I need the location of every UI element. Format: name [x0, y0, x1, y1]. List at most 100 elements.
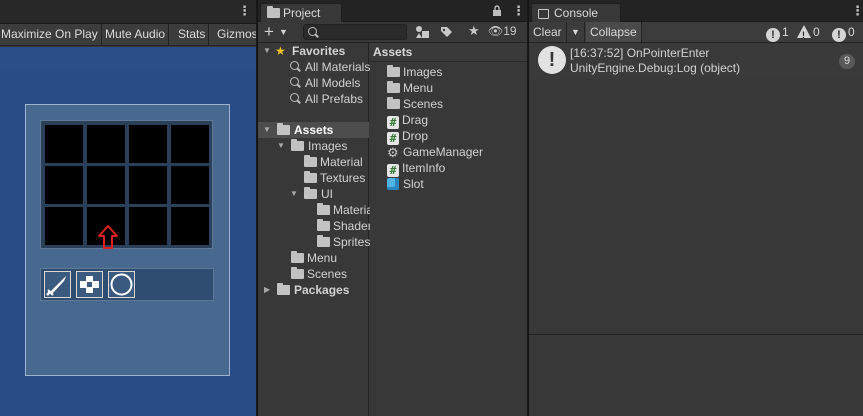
folder-open-icon: [277, 123, 290, 135]
asset-label: Scenes: [403, 97, 444, 111]
asset-item[interactable]: ⚙ GameManager: [387, 144, 483, 160]
inventory-slot[interactable]: [45, 207, 83, 245]
console-menu-icon[interactable]: ⋮: [851, 3, 863, 19]
warning-count: 0: [813, 25, 820, 39]
tab-console[interactable]: Console: [531, 3, 621, 22]
error-count-toggle[interactable]: ! 0: [832, 24, 855, 42]
tree-folder-material[interactable]: Material: [304, 154, 363, 170]
asset-item[interactable]: Menu: [387, 80, 433, 96]
folder-icon: [277, 283, 290, 295]
inventory-slot[interactable]: [129, 207, 167, 245]
game-menu-icon[interactable]: ⋮: [238, 4, 251, 17]
filter-by-label-icon[interactable]: [440, 26, 453, 38]
asset-item[interactable]: Slot: [387, 176, 424, 192]
gear-icon: ⚙: [387, 145, 399, 160]
gizmos-toggle[interactable]: Gizmos: [214, 24, 256, 45]
tree-item-label: All Models: [305, 76, 361, 90]
folder-icon: [317, 219, 330, 231]
hidden-packages-count: 19: [503, 24, 517, 38]
assets-breadcrumb[interactable]: Assets: [370, 43, 527, 62]
folder-icon: [304, 155, 317, 167]
tree-favorite-item[interactable]: All Prefabs: [290, 91, 363, 107]
asset-item[interactable]: # ItemInfo: [387, 160, 446, 177]
stacktrace-divider[interactable]: [529, 334, 863, 335]
tree-folder-shaders[interactable]: Shaders: [317, 218, 378, 234]
game-viewport-top-band: [0, 47, 256, 69]
lock-icon[interactable]: [492, 5, 502, 17]
search-input[interactable]: [303, 24, 407, 40]
console-icon: [538, 9, 549, 19]
folder-icon: [291, 267, 304, 279]
tree-item-label: All Prefabs: [305, 92, 364, 106]
tree-item-label: Scenes: [307, 267, 348, 281]
tab-project[interactable]: Project: [260, 3, 342, 22]
folder-icon: [291, 139, 304, 151]
armor-icon: [77, 272, 102, 297]
tab-console-label: Console: [554, 6, 599, 20]
search-icon: [290, 93, 301, 104]
folder-icon: [387, 65, 400, 77]
inventory-slot[interactable]: [87, 166, 125, 204]
asset-item[interactable]: # Drop: [387, 128, 428, 145]
tree-folder-scenes[interactable]: Scenes: [291, 266, 347, 282]
log-entry[interactable]: ! [16:37:52] OnPointerEnter UnityEngine.…: [529, 43, 863, 79]
prefab-cube-icon: [387, 178, 399, 190]
collapse-toggle[interactable]: Collapse: [586, 22, 642, 42]
equipment-slot[interactable]: [108, 271, 135, 298]
project-menu-icon[interactable]: ⋮: [512, 3, 525, 19]
mute-audio-toggle[interactable]: Mute Audio: [102, 24, 170, 45]
inventory-slot[interactable]: [45, 166, 83, 204]
console-toolbar: Clear ▼ Collapse ! 1 ! 0 ! 0: [529, 22, 863, 43]
asset-item[interactable]: Images: [387, 64, 442, 80]
star-icon: ★: [275, 44, 286, 58]
project-toolbar: + ▼ ★ 👁19: [258, 22, 527, 43]
inventory-slot[interactable]: [171, 166, 209, 204]
inventory-slot[interactable]: [87, 125, 125, 163]
chevron-down-icon[interactable]: ▼: [279, 22, 288, 42]
inventory-slot[interactable]: [171, 207, 209, 245]
folder-icon: [267, 6, 280, 18]
cursor-arrow-icon: [98, 225, 118, 249]
equipment-slot[interactable]: [44, 271, 71, 298]
tree-packages[interactable]: ▶ Packages: [258, 282, 369, 298]
clear-options-dropdown[interactable]: ▼: [567, 22, 585, 42]
console-window: Console ⋮ Clear ▼ Collapse ! 1 ! 0 ! 0 ! [1…: [528, 0, 863, 416]
asset-label: ItemInfo: [402, 161, 446, 175]
log-message: [16:37:52] OnPointerEnter UnityEngine.De…: [570, 46, 740, 76]
game-view: ⋮ Maximize On Play Mute Audio Stats Gizm…: [0, 0, 256, 416]
asset-label: Images: [403, 65, 443, 79]
warning-count-toggle[interactable]: ! 0: [797, 24, 820, 40]
tree-item-label: All Materials: [305, 60, 371, 74]
create-plus-icon[interactable]: +: [264, 22, 274, 42]
expand-arrow-icon: ▼: [263, 125, 271, 134]
tree-item-label: Sprites: [333, 235, 371, 249]
log-count-toggle[interactable]: ! 1: [766, 24, 789, 42]
collapsed-count-badge: 9: [839, 54, 856, 69]
tree-favorite-item[interactable]: All Materials: [290, 59, 370, 75]
filter-by-type-icon[interactable]: [415, 25, 430, 39]
info-log-icon: !: [538, 46, 566, 74]
inventory-slot[interactable]: [129, 166, 167, 204]
asset-item[interactable]: # Drag: [387, 112, 428, 129]
inventory-slot[interactable]: [171, 125, 209, 163]
tree-favorites[interactable]: ▼ ★ Favorites: [258, 43, 369, 59]
expand-arrow-icon: ▼: [277, 141, 285, 150]
clear-button[interactable]: Clear: [529, 22, 567, 42]
equipment-slot[interactable]: [76, 271, 103, 298]
tree-folder-menu[interactable]: Menu: [291, 250, 337, 266]
log-count: 1: [782, 25, 789, 39]
stats-toggle[interactable]: Stats: [175, 24, 210, 45]
tree-folder-sprites[interactable]: Sprites: [317, 234, 370, 250]
maximize-on-play-toggle[interactable]: Maximize On Play: [0, 24, 102, 45]
tree-favorite-item[interactable]: All Models: [290, 75, 360, 91]
inventory-slot[interactable]: [129, 125, 167, 163]
favorite-star-icon[interactable]: ★: [468, 23, 480, 39]
tree-folder-textures[interactable]: Textures: [304, 170, 365, 186]
hidden-packages-toggle[interactable]: 👁19: [488, 24, 517, 38]
tree-assets[interactable]: ▼ Assets: [258, 122, 369, 138]
asset-item[interactable]: Scenes: [387, 96, 443, 112]
log-message-line2: UnityEngine.Debug:Log (object): [570, 61, 741, 75]
folder-icon: [304, 171, 317, 183]
tree-favorites-label: Favorites: [292, 44, 346, 58]
inventory-slot[interactable]: [45, 125, 83, 163]
